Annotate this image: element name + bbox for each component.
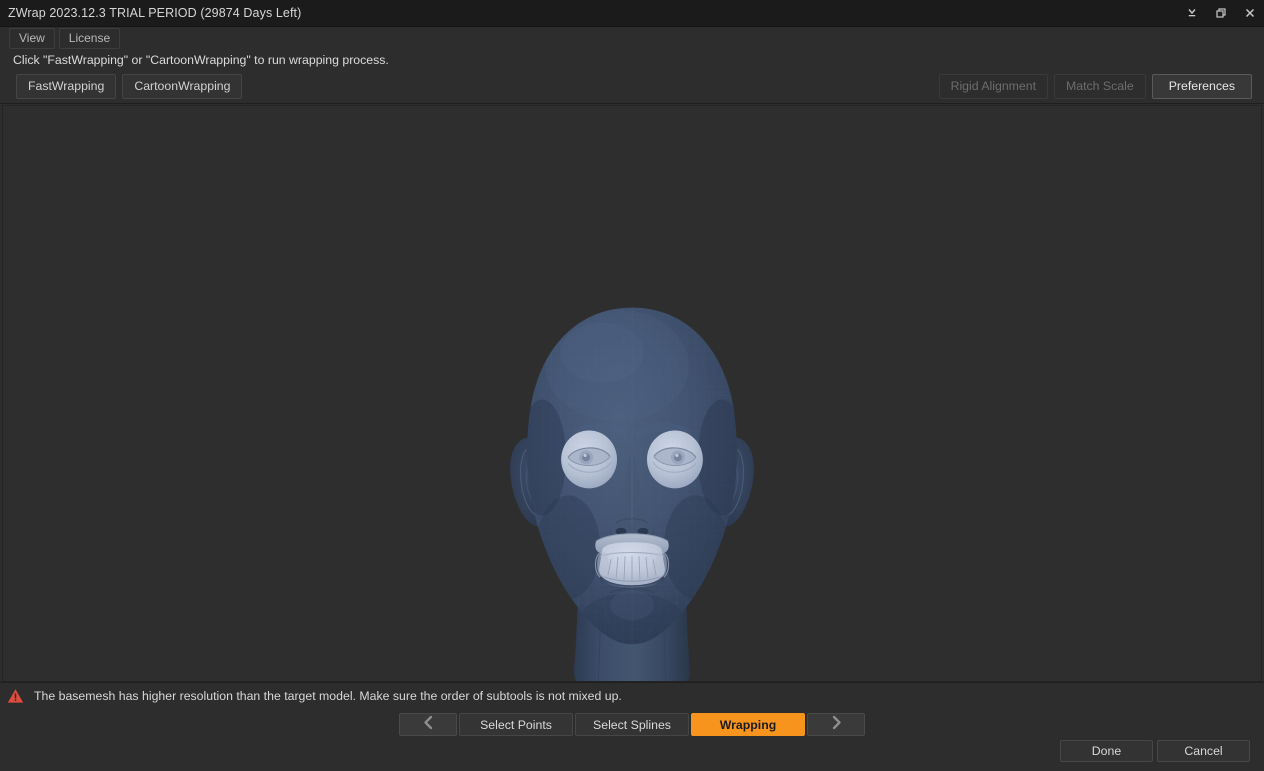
- step-wrapping[interactable]: Wrapping: [691, 713, 805, 736]
- chevron-right-icon: [830, 715, 843, 735]
- step-select-points[interactable]: Select Points: [459, 713, 573, 736]
- title-bar: ZWrap 2023.12.3 TRIAL PERIOD (29874 Days…: [0, 0, 1264, 27]
- zwrap-window: ZWrap 2023.12.3 TRIAL PERIOD (29874 Days…: [0, 0, 1264, 771]
- wizard-step-group: Select Points Select Splines Wrapping: [399, 713, 865, 736]
- fast-wrapping-button[interactable]: FastWrapping: [16, 74, 116, 99]
- status-message: The basemesh has higher resolution than …: [34, 689, 622, 703]
- warning-triangle-icon: [7, 688, 24, 704]
- menu-bar: View License: [0, 27, 1264, 49]
- step-select-splines[interactable]: Select Splines: [575, 713, 689, 736]
- match-scale-button: Match Scale: [1054, 74, 1146, 99]
- restore-icon: [1215, 7, 1227, 19]
- cancel-button[interactable]: Cancel: [1157, 740, 1250, 762]
- restore-button[interactable]: [1206, 0, 1235, 27]
- window-controls: [1177, 0, 1264, 27]
- toolbar-left-group: FastWrapping CartoonWrapping: [16, 74, 242, 99]
- action-row: Done Cancel: [1060, 740, 1250, 762]
- cartoon-wrapping-button[interactable]: CartoonWrapping: [122, 74, 242, 99]
- wizard-next-button[interactable]: [807, 713, 865, 736]
- wizard-nav-row: Select Points Select Splines Wrapping: [0, 713, 1264, 736]
- close-icon: [1244, 7, 1256, 19]
- viewport-container: [0, 104, 1264, 682]
- bottom-bar: The basemesh has higher resolution than …: [0, 682, 1264, 771]
- minimize-button[interactable]: [1177, 0, 1206, 27]
- viewport-3d[interactable]: [2, 105, 1262, 682]
- wizard-prev-button[interactable]: [399, 713, 457, 736]
- head-geometry: [512, 298, 752, 657]
- rigid-alignment-button: Rigid Alignment: [939, 74, 1048, 99]
- chevron-left-icon: [422, 715, 435, 735]
- window-title: ZWrap 2023.12.3 TRIAL PERIOD (29874 Days…: [8, 6, 301, 20]
- status-row: The basemesh has higher resolution than …: [0, 683, 1264, 709]
- mouth-teeth-geometry: [595, 534, 668, 588]
- toolbar-right-group: Rigid Alignment Match Scale Preferences: [939, 74, 1252, 99]
- menu-item-license[interactable]: License: [59, 28, 120, 49]
- hint-text: Click "FastWrapping" or "CartoonWrapping…: [13, 53, 389, 67]
- preferences-button[interactable]: Preferences: [1152, 74, 1252, 99]
- eye-left: [561, 430, 617, 488]
- menu-item-view[interactable]: View: [9, 28, 55, 49]
- minimize-icon: [1186, 7, 1198, 19]
- done-button[interactable]: Done: [1060, 740, 1153, 762]
- head-model-render: [3, 106, 1261, 681]
- main-toolbar: FastWrapping CartoonWrapping Rigid Align…: [0, 70, 1264, 104]
- hint-bar: Click "FastWrapping" or "CartoonWrapping…: [0, 49, 1264, 70]
- close-button[interactable]: [1235, 0, 1264, 27]
- eye-right: [647, 430, 703, 488]
